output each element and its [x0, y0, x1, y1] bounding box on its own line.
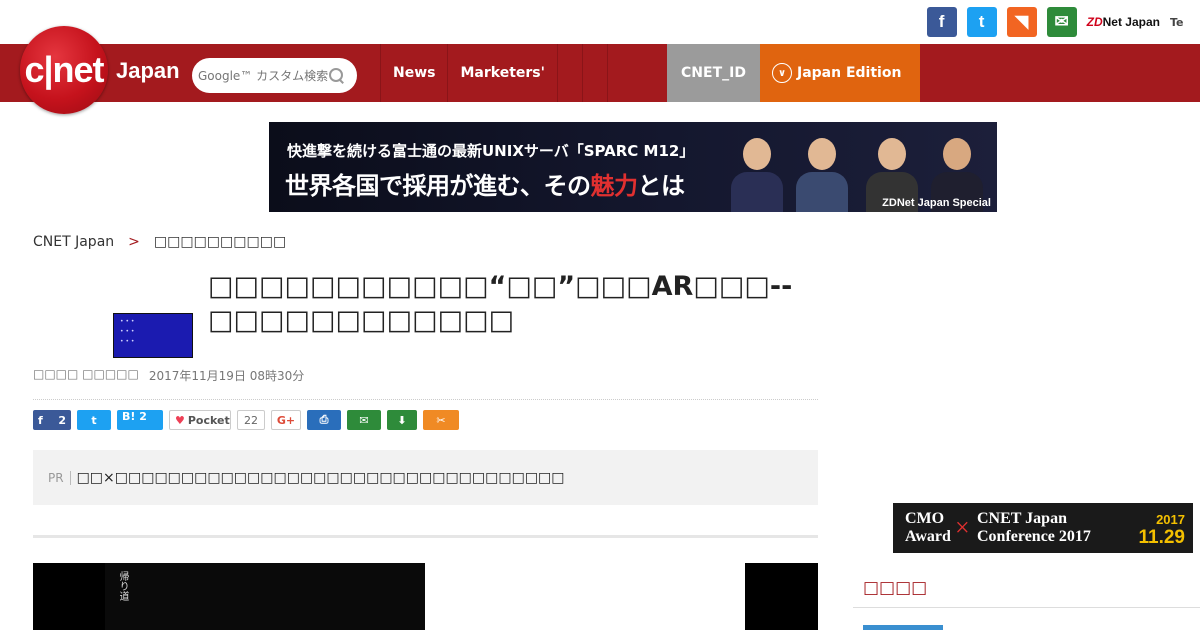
article-date: 2017年11月19日 08時30分 [148, 369, 305, 383]
twitter-share-button[interactable]: t [77, 410, 111, 430]
banner-person-2 [794, 132, 850, 212]
pocket-label: Pocket [187, 413, 230, 427]
article-headline: □□□□□□□□□□□“□□”□□□AR□□□--□□□□□□□□□□□□ [208, 271, 793, 336]
zdnet-logo-prefix: ZD [1086, 15, 1103, 29]
facebook-share-count: 2 [58, 413, 66, 427]
banner-person-1 [729, 132, 785, 212]
clip-button[interactable]: ✂ [423, 410, 459, 430]
rss-icon[interactable]: ◥ [1006, 7, 1037, 37]
nav-item-news[interactable]: News [380, 44, 447, 102]
hatena-bookmark-button[interactable]: B! 2 [117, 410, 163, 430]
sidebar-heading: □□□□ [863, 578, 928, 598]
article-image-right [745, 563, 818, 630]
banner-line-2-a: 世界各国で採用が進む、その [285, 172, 591, 200]
hatena-count: 2 [139, 410, 147, 423]
cmo-award-label: CMO Award [905, 510, 951, 545]
sidebar-divider [853, 607, 1200, 608]
mail-share-icon: ✉ [359, 413, 369, 427]
article-thumbnail[interactable]: • • • • • • • • • [113, 313, 193, 358]
pr-label: PR [48, 470, 71, 485]
facebook-icon[interactable]: f [926, 7, 957, 37]
logo-text: c|net [24, 49, 104, 90]
mail-icon[interactable]: ✉ [1046, 7, 1077, 37]
divider [33, 399, 818, 400]
pr-box[interactable]: PR □□×□□□□□□□□□□□□□□□□□□□□□□□□□□□□□□□□□□ [33, 450, 818, 505]
pocket-icon: ♥ [175, 413, 185, 427]
mail-share-button[interactable]: ✉ [347, 410, 381, 430]
hatena-label: B! [122, 410, 136, 423]
techrepublic-link[interactable]: Te [1170, 11, 1200, 33]
print-button[interactable]: ⎙ [307, 410, 341, 430]
twitter-icon[interactable]: t [966, 7, 997, 37]
search-box [192, 58, 357, 93]
chevron-down-icon: ∨ [772, 63, 792, 83]
article-byline: □□□□ □□□□□ 2017年11月19日 08時30分 [33, 367, 304, 384]
logo-japan-label: Japan [116, 58, 180, 83]
cnet-id-button[interactable]: CNET_ID [667, 44, 760, 102]
edition-selector[interactable]: ∨ Japan Edition [760, 44, 920, 102]
banner-line-2-highlight: 魅力 [590, 172, 639, 200]
banner-line-1: 快進撃を続ける富士通の最新UNIXサーバ「SPARC M12」 [287, 142, 695, 160]
sidebar-thumbnail[interactable] [863, 625, 943, 630]
cmo-award-ad[interactable]: CMO Award × CNET Japan Conference 2017 2… [893, 503, 1193, 553]
banner-ad[interactable]: 快進撃を続ける富士通の最新UNIXサーバ「SPARC M12」 世界各国で採用が… [269, 122, 997, 212]
cnet-logo[interactable]: c|net [20, 26, 108, 114]
page: f t ◥ ✉ ZD Net Japan Te c|net Japan News… [0, 0, 1200, 630]
print-icon: ⎙ [319, 413, 329, 426]
zdnet-logo-suffix: Net Japan [1102, 15, 1160, 29]
zdnet-link[interactable]: ZD Net Japan [1087, 15, 1160, 29]
edition-label: Japan Edition [797, 65, 902, 81]
cmo-cross: × [955, 513, 970, 542]
image-caption-vertical: 帰り道 [117, 571, 128, 601]
cmo-date: 11.29 [1138, 527, 1186, 548]
breadcrumb-section[interactable]: □□□□□□□□□□ [154, 234, 286, 250]
nav-item-marketers[interactable]: Marketers' [447, 44, 556, 102]
social-bar: f t ◥ ✉ ZD Net Japan Te [926, 6, 1200, 38]
clip-icon: ✂ [436, 413, 446, 427]
nav-item-blank-2[interactable] [581, 44, 607, 102]
twitter-share-icon: t [91, 413, 97, 427]
cmo-year: 2017 [1156, 512, 1185, 527]
nav-item-blank-1[interactable] [556, 44, 582, 102]
banner-tag: ZDNet Japan Special [882, 197, 991, 209]
breadcrumb-separator: > [128, 234, 140, 250]
download-icon: ⬇ [397, 413, 407, 427]
pocket-button[interactable]: ♥ Pocket [169, 410, 231, 430]
section-divider [33, 535, 818, 538]
search-input[interactable] [198, 68, 328, 83]
banner-line-2: 世界各国で採用が進む、その魅力とは [285, 166, 685, 201]
pr-text: □□×□□□□□□□□□□□□□□□□□□□□□□□□□□□□□□□□□□ [76, 469, 565, 486]
nav-item-blank-3[interactable] [606, 44, 632, 102]
share-bar: f 2 t B! 2 ♥ Pocket 22 G+ ⎙ ✉ ⬇ ✂ [33, 410, 459, 430]
techrepublic-label: Te [1170, 15, 1184, 29]
google-plus-button[interactable]: G+ [271, 410, 301, 430]
nav-menu: News Marketers' [380, 44, 632, 102]
pocket-count: 22 [237, 410, 265, 430]
breadcrumb: CNET Japan > □□□□□□□□□□ [33, 234, 286, 250]
banner-line-2-b: とは [637, 172, 686, 200]
cnet-conference-label: CNET Japan Conference 2017 [977, 510, 1091, 545]
facebook-share-icon: f [38, 413, 43, 427]
facebook-share-button[interactable]: f 2 [33, 410, 71, 430]
article-image[interactable]: 帰り道 [105, 563, 425, 630]
save-button[interactable]: ⬇ [387, 410, 417, 430]
search-icon[interactable] [328, 67, 346, 85]
article-author[interactable]: □□□□ □□□□□ [33, 367, 139, 384]
breadcrumb-home[interactable]: CNET Japan [33, 234, 114, 250]
